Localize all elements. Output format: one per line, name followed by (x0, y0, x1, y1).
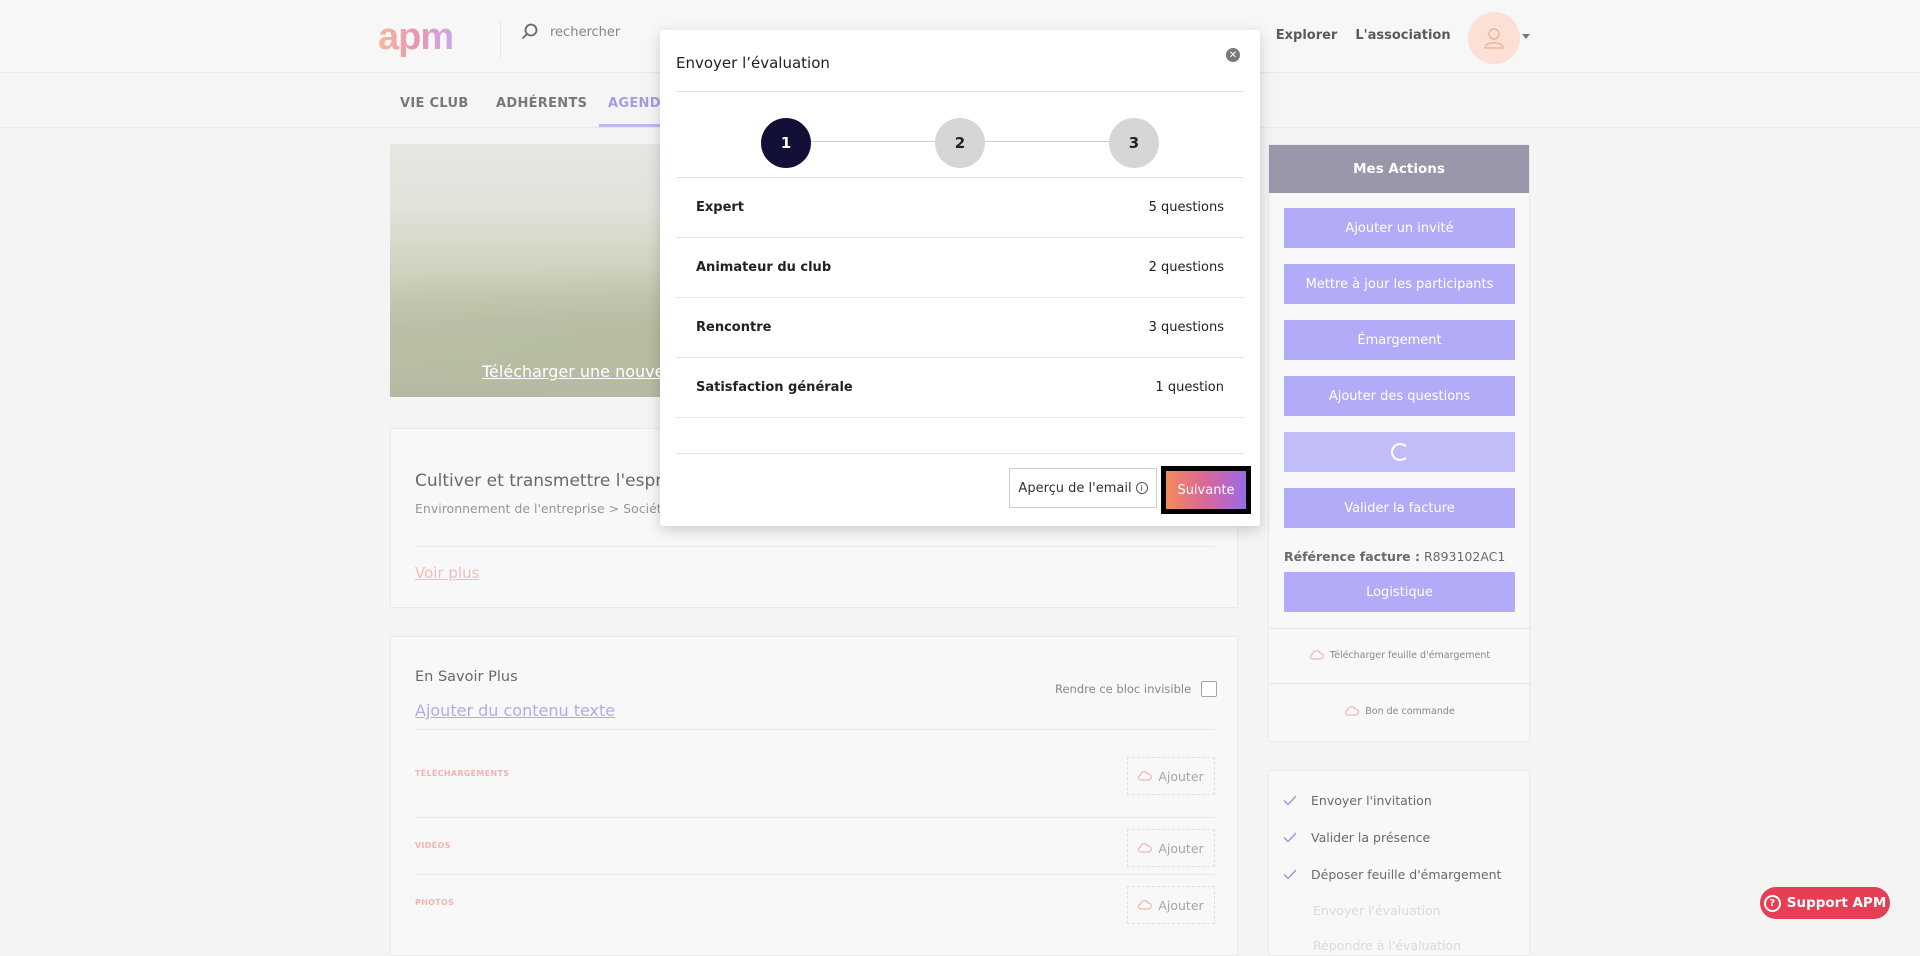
step-1: 1 (761, 118, 811, 168)
next-button[interactable]: Suivante (1166, 471, 1246, 509)
info-icon: i (1135, 482, 1148, 494)
question-category-row: Rencontre 3 questions (676, 298, 1244, 358)
question-category-row: Animateur du club 2 questions (676, 238, 1244, 298)
step-2: 2 (935, 118, 985, 168)
send-evaluation-modal: Envoyer l’évaluation ✕ 1 2 3 Expert 5 qu… (660, 30, 1260, 526)
next-button-focus-ring: Suivante (1161, 466, 1251, 514)
question-category-row: Satisfaction générale 1 question (676, 358, 1244, 418)
step-3: 3 (1109, 118, 1159, 168)
divider (676, 453, 1244, 454)
upload-cover-link[interactable]: Télécharger une nouvel (482, 362, 669, 381)
email-preview-button[interactable]: Aperçu de l'email i (1009, 468, 1157, 508)
question-category-row: Expert 5 questions (676, 178, 1244, 238)
close-icon[interactable]: ✕ (1226, 48, 1240, 62)
divider (676, 91, 1244, 92)
modal-title: Envoyer l’évaluation (676, 54, 830, 72)
